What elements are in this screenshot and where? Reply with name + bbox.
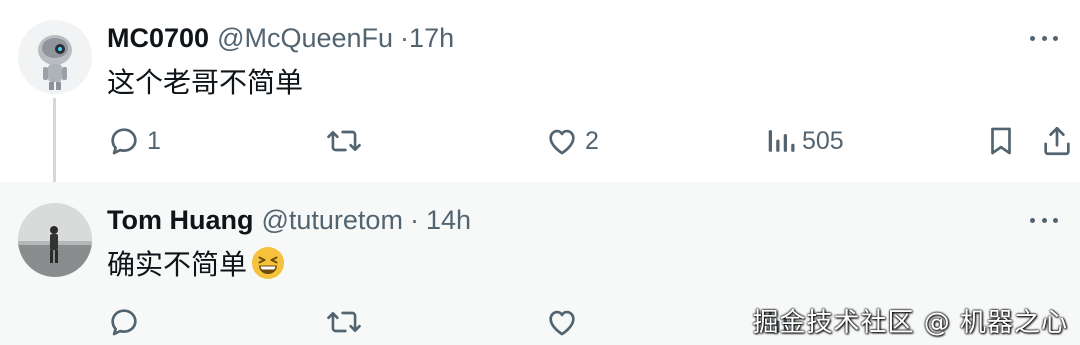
views-icon (766, 124, 796, 158)
more-icon[interactable] (1030, 32, 1058, 44)
tweet-text: 这个老哥不简单 (107, 66, 304, 99)
grinning-squinting-face-icon (250, 245, 286, 281)
share-button[interactable] (1040, 122, 1074, 160)
views-button[interactable]: 505 (766, 122, 844, 160)
bookmark-button[interactable] (985, 122, 1017, 160)
retweet-icon (326, 124, 362, 158)
separator: · (400, 22, 410, 53)
thread-line (53, 98, 56, 194)
tweet-text: 确实不简单 (107, 248, 248, 281)
tweet-text-row: 确实不简单 (107, 243, 286, 283)
like-count: 2 (585, 126, 599, 155)
share-icon (1040, 124, 1074, 158)
tweet-header: Tom Huang @tuturetom · 14h (107, 200, 471, 240)
handle[interactable]: @tuturetom (261, 205, 402, 236)
timestamp[interactable]: 14h (426, 205, 471, 236)
avatar[interactable] (18, 20, 92, 94)
more-icon[interactable] (1030, 214, 1058, 226)
tweet-header: MC0700 @McQueenFu · 17h (107, 18, 454, 58)
reply-button[interactable]: 1 (107, 122, 161, 160)
watermark: 掘金技术社区 @ 机器之心 (752, 307, 1068, 338)
reply-icon (107, 124, 141, 158)
display-name[interactable]: MC0700 (107, 23, 209, 54)
retweet-button[interactable] (326, 122, 362, 160)
bookmark-icon (985, 124, 1017, 158)
like-button[interactable]: 2 (545, 122, 599, 160)
reply-icon (107, 305, 141, 339)
tweet[interactable]: MC0700 @McQueenFu · 17h 这个老哥不简单 1 2 505 (0, 0, 1080, 182)
retweet-button[interactable] (326, 303, 362, 341)
avatar[interactable] (18, 203, 92, 277)
like-icon (545, 124, 579, 158)
views-count: 505 (802, 126, 844, 155)
display-name[interactable]: Tom Huang (107, 205, 253, 236)
like-icon (545, 305, 579, 339)
separator: · (409, 204, 419, 235)
retweet-icon (326, 305, 362, 339)
handle[interactable]: @McQueenFu (217, 23, 393, 54)
reply-button[interactable] (107, 303, 141, 341)
reply-count: 1 (147, 126, 161, 155)
like-button[interactable] (545, 303, 579, 341)
timestamp[interactable]: 17h (409, 23, 454, 54)
